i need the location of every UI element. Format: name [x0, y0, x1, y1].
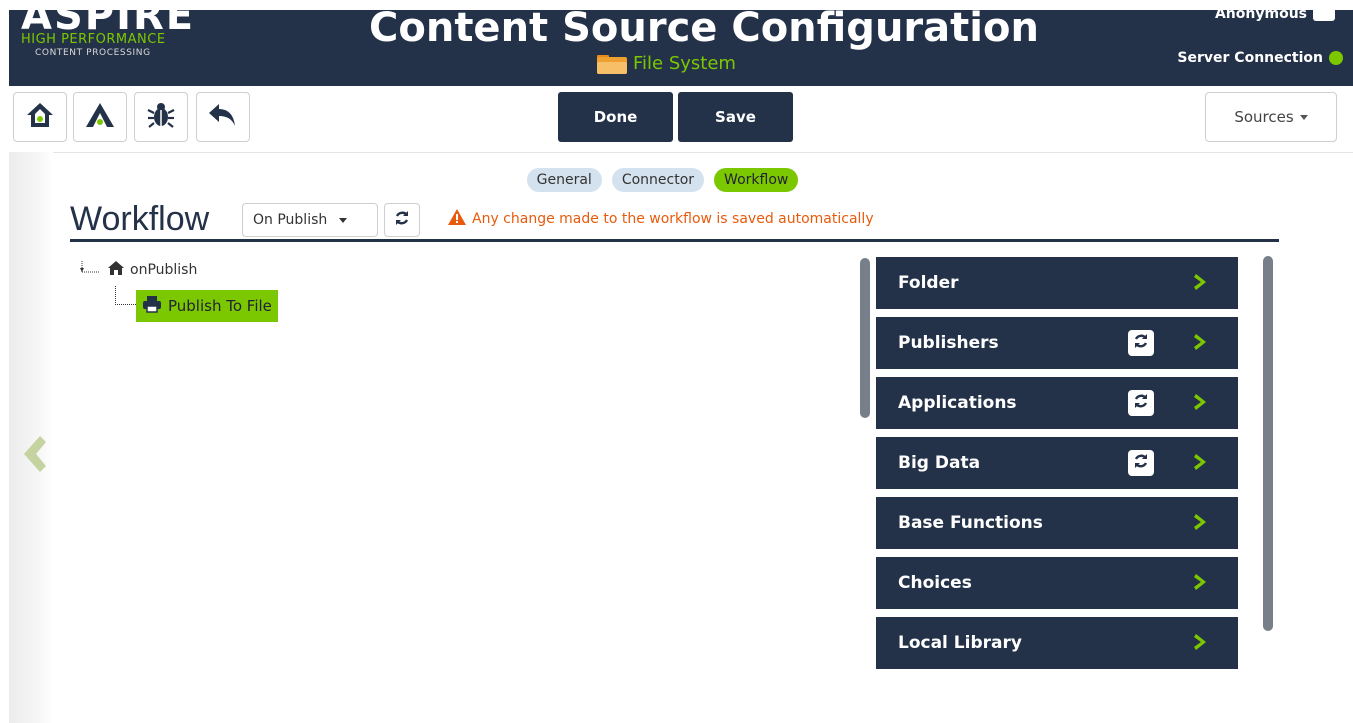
warning-icon — [448, 209, 466, 229]
folder-icon — [597, 52, 627, 74]
palette-item-label: Folder — [898, 273, 959, 293]
server-connection-label: Server Connection — [1177, 50, 1323, 66]
chevron-right-icon — [1194, 272, 1208, 297]
home-icon — [25, 101, 55, 133]
workflow-heading: Workflow — [70, 200, 210, 238]
aspire-logo-icon — [84, 101, 116, 133]
refresh-icon — [1133, 393, 1149, 414]
bug-icon — [146, 100, 176, 134]
logo-tagline-top: HIGH PERFORMANCE — [21, 32, 166, 47]
palette-item-choices[interactable]: Choices — [876, 557, 1238, 609]
debug-button[interactable] — [134, 92, 188, 142]
server-connection-status: Server Connection — [1177, 50, 1343, 66]
refresh-icon — [1133, 453, 1149, 474]
tree-node-publish-to-file[interactable]: Publish To File — [136, 290, 278, 322]
chevron-down-icon — [339, 217, 348, 223]
user-menu[interactable]: Anonymous — [1215, 6, 1335, 22]
palette-item-big-data[interactable]: Big Data — [876, 437, 1238, 489]
undo-icon — [207, 101, 239, 133]
home-icon — [107, 260, 125, 280]
tree-node-label: Publish To File — [168, 297, 272, 315]
chevron-left-icon[interactable] — [18, 434, 48, 478]
user-name: Anonymous — [1214, 6, 1307, 22]
tree-root-label: onPublish — [130, 262, 198, 278]
app-header: ASPIRE HIGH PERFORMANCE CONTENT PROCESSI… — [9, 0, 1353, 86]
chevron-down-icon — [1299, 114, 1308, 120]
tab-connector[interactable]: Connector — [611, 168, 705, 192]
chevron-right-icon — [1194, 572, 1208, 597]
refresh-icon — [1133, 333, 1149, 354]
palette-item-label: Big Data — [898, 453, 981, 473]
tree-scrollbar[interactable] — [860, 258, 870, 418]
palette-item-label: Local Library — [898, 633, 1022, 653]
refresh-icon — [394, 210, 410, 230]
page-margin — [0, 0, 9, 723]
done-button[interactable]: Done — [558, 92, 673, 142]
palette-item-label: Publishers — [898, 333, 999, 353]
chevron-right-icon — [1194, 632, 1208, 657]
chevron-right-icon — [1194, 392, 1208, 417]
palette-item-label: Base Functions — [898, 513, 1043, 533]
refresh-button[interactable] — [1128, 450, 1154, 476]
palette-item-label: Applications — [898, 393, 1017, 413]
source-type-label: File System — [633, 52, 736, 74]
home-button[interactable] — [13, 92, 67, 142]
palette-item-local-library[interactable]: Local Library — [876, 617, 1238, 669]
connection-status-dot-icon — [1329, 51, 1343, 65]
chevron-right-icon — [1194, 512, 1208, 537]
palette-item-applications[interactable]: Applications — [876, 377, 1238, 429]
palette-item-label: Choices — [898, 573, 972, 593]
page-title: Content Source Configuration — [369, 5, 1039, 51]
printer-icon — [142, 295, 162, 317]
source-type: File System — [597, 52, 736, 74]
tab-workflow[interactable]: Workflow — [714, 168, 799, 192]
palette-scrollbar[interactable] — [1263, 256, 1273, 631]
workflow-autosave-warning: Any change made to the workflow is saved… — [448, 209, 874, 229]
tree-root-node[interactable]: onPublish — [76, 260, 197, 280]
aspire-home-button[interactable] — [73, 92, 127, 142]
chevron-right-icon — [1194, 332, 1208, 357]
refresh-button[interactable] — [1128, 330, 1154, 356]
user-icon — [1313, 7, 1335, 21]
palette-item-folder[interactable]: Folder — [876, 257, 1238, 309]
palette-item-base-functions[interactable]: Base Functions — [876, 497, 1238, 549]
brand-logo[interactable]: ASPIRE — [21, 0, 195, 36]
sources-label: Sources — [1234, 108, 1294, 126]
tree-connector — [115, 286, 136, 305]
back-button[interactable] — [196, 92, 250, 142]
config-tabs: General Connector Workflow — [0, 168, 1353, 192]
heading-divider — [70, 239, 1279, 242]
refresh-button[interactable] — [1128, 390, 1154, 416]
tab-general[interactable]: General — [526, 168, 602, 192]
logo-tagline-bottom: CONTENT PROCESSING — [35, 48, 151, 58]
workflow-refresh-button[interactable] — [384, 203, 420, 237]
chevron-right-icon — [1194, 452, 1208, 477]
save-button[interactable]: Save — [678, 92, 793, 142]
workflow-event-value: On Publish — [253, 212, 328, 228]
workflow-event-select[interactable]: On Publish — [242, 203, 378, 237]
palette-item-publishers[interactable]: Publishers — [876, 317, 1238, 369]
warning-text: Any change made to the workflow is saved… — [472, 211, 874, 227]
sources-dropdown[interactable]: Sources — [1205, 92, 1337, 142]
toolbar: Done Save Sources — [9, 86, 1353, 153]
tree-expander-icon[interactable] — [76, 261, 102, 279]
